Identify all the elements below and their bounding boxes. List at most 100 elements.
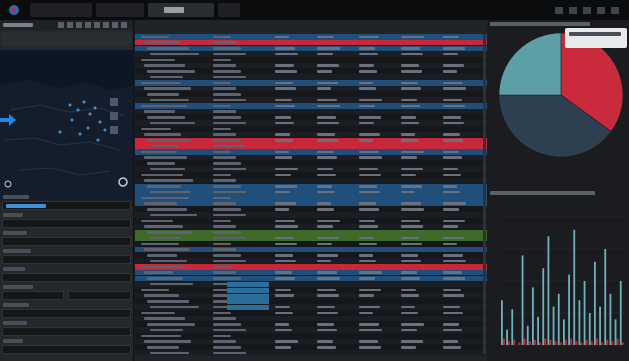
filter-field-6[interactable] [2,309,131,318]
toggle-icon[interactable] [118,177,128,187]
bar[interactable] [570,338,573,345]
bar[interactable] [573,229,576,345]
bar[interactable] [588,313,591,345]
highlight-cell[interactable] [227,282,269,287]
bar[interactable] [590,341,593,345]
bar[interactable] [583,281,586,345]
table-row[interactable] [135,315,487,322]
bar[interactable] [552,306,555,345]
table-row[interactable] [135,177,487,184]
bar[interactable] [521,255,524,345]
table-row[interactable] [135,258,487,264]
bar[interactable] [528,341,531,345]
highlight-cell[interactable] [227,293,269,299]
table-row[interactable] [135,195,487,201]
highlight-cell[interactable] [227,287,269,293]
table-row[interactable] [135,149,487,155]
table-row[interactable] [135,241,487,247]
range-to[interactable] [68,291,131,300]
bar[interactable] [501,300,503,345]
table-row[interactable] [135,34,487,40]
bar[interactable] [542,268,545,345]
bar[interactable] [508,341,511,345]
bar[interactable] [503,338,505,345]
table-row[interactable] [135,200,487,207]
table-row[interactable] [135,218,487,224]
table-row[interactable] [135,235,487,241]
table-row[interactable] [135,269,487,276]
bar[interactable] [599,306,601,345]
tab-1[interactable] [30,3,92,17]
table-row[interactable] [135,327,487,333]
bar[interactable] [601,342,604,345]
bar[interactable] [534,339,536,345]
bar[interactable] [594,261,596,345]
table-row[interactable] [135,229,487,235]
table-row[interactable] [135,304,487,310]
table-row[interactable] [135,51,487,57]
bar[interactable] [616,338,619,345]
filter-field-7[interactable] [2,327,131,336]
bar[interactable] [557,293,560,345]
pie-chart[interactable] [497,27,625,167]
tab-4[interactable] [218,3,240,17]
bar[interactable] [563,319,565,345]
table-row[interactable] [135,321,487,327]
table-row[interactable] [135,126,487,132]
table-row[interactable] [135,39,487,46]
bar[interactable] [609,293,612,345]
highlight-cell[interactable] [227,299,269,305]
bar[interactable] [559,342,562,345]
filter-field-3[interactable] [2,237,131,246]
table-row[interactable] [135,252,487,258]
table-row[interactable] [135,292,487,299]
table-row[interactable] [135,333,487,339]
window-control-icons[interactable] [555,6,625,15]
bar[interactable] [596,338,598,345]
filter-field-5[interactable] [2,273,131,282]
bar[interactable] [606,339,609,345]
table-row[interactable] [135,131,487,138]
tab-2[interactable] [96,3,144,17]
toggle-icon[interactable] [4,180,14,188]
bar[interactable] [523,338,526,345]
table-row[interactable] [135,62,487,69]
filter-field-8[interactable] [2,345,131,354]
filter-bar[interactable] [2,32,131,46]
highlight-cell[interactable] [227,305,269,310]
table-row[interactable] [135,264,487,270]
table-row[interactable] [135,287,487,293]
table-row[interactable] [135,91,487,97]
range-from[interactable] [2,291,64,300]
table-row[interactable] [135,143,487,149]
table-row[interactable] [135,344,487,350]
bar[interactable] [580,342,583,345]
table-row[interactable] [135,275,487,281]
filter-field-1[interactable] [2,201,131,210]
table-row[interactable] [135,310,487,316]
table-row[interactable] [135,206,487,212]
bar[interactable] [544,338,547,345]
app-logo-icon[interactable] [8,4,20,16]
table-row[interactable] [135,172,487,178]
table-row[interactable] [135,68,487,74]
table-row[interactable] [135,85,487,92]
bar[interactable] [526,325,529,345]
bar[interactable] [549,339,552,345]
bar[interactable] [611,341,614,345]
table-row[interactable] [135,103,487,109]
table-row[interactable] [135,246,487,253]
table-row[interactable] [135,189,487,195]
bar[interactable] [619,281,622,345]
bar[interactable] [604,249,607,345]
table-scrollbar[interactable] [483,34,486,354]
table-row[interactable] [135,74,487,80]
table-row[interactable] [135,223,487,230]
bar-chart[interactable] [492,195,627,357]
filter-field-2[interactable] [2,219,131,228]
table-row[interactable] [135,114,487,120]
table-row[interactable] [135,338,487,345]
bar[interactable] [575,341,578,345]
table-row[interactable] [135,120,487,126]
table-row[interactable] [135,45,487,51]
